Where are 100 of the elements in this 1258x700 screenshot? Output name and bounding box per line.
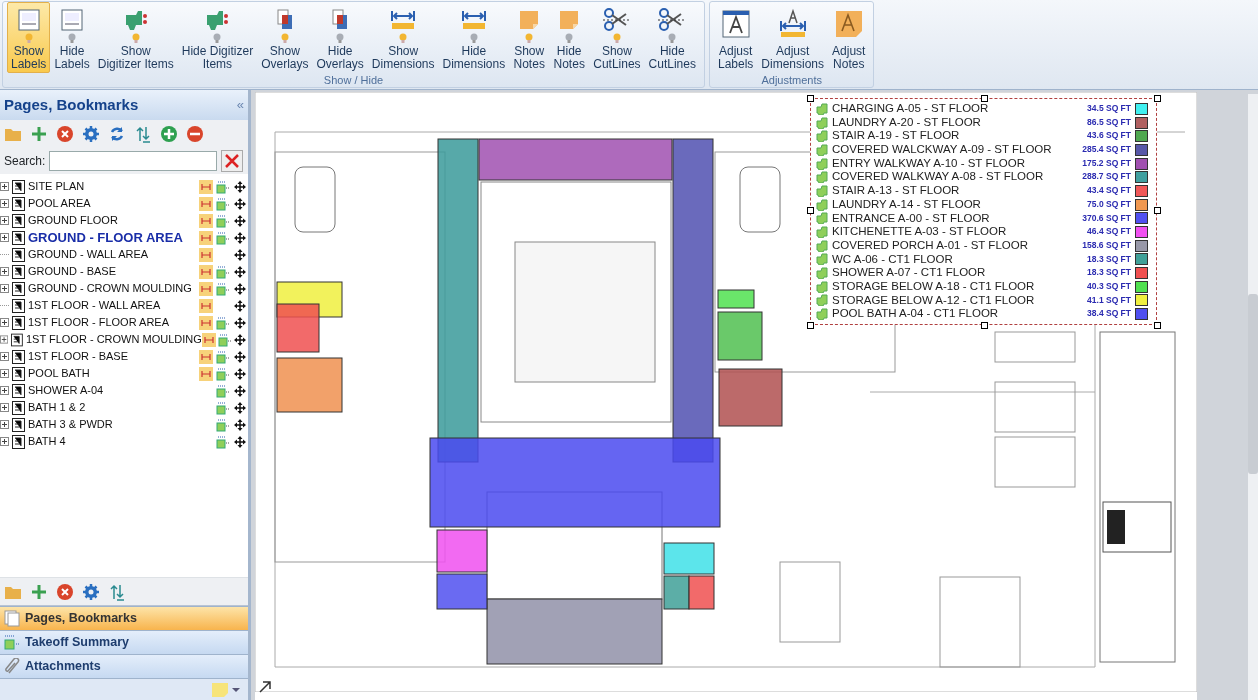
resize-handle[interactable] xyxy=(807,207,814,214)
area-value: 288.7 SQ FT xyxy=(1082,170,1131,184)
refresh-icon[interactable] xyxy=(108,125,126,143)
expand-icon[interactable] xyxy=(0,284,9,293)
delete-icon[interactable] xyxy=(56,125,74,143)
panel-button[interactable]: Attachments xyxy=(0,654,248,678)
page-item[interactable]: GROUND - WALL AREA xyxy=(0,246,248,263)
area-value: 18.3 SQ FT xyxy=(1087,252,1131,266)
area-value: 285.4 SQ FT xyxy=(1082,143,1131,157)
panel-button[interactable]: Takeoff Summary xyxy=(0,630,248,654)
move-icon xyxy=(233,367,246,380)
add-icon[interactable] xyxy=(30,582,48,601)
toolbar-button[interactable]: Show Labels xyxy=(7,2,51,73)
expand-icon[interactable] xyxy=(0,420,9,429)
page-icon xyxy=(12,383,25,398)
page-icon xyxy=(12,434,25,449)
remove-circle-icon[interactable] xyxy=(186,125,204,143)
resize-handle[interactable] xyxy=(1154,207,1161,214)
toolbar-button[interactable]: Show Digitizer Items xyxy=(93,2,178,73)
area-value: 18.3 SQ FT xyxy=(1087,266,1131,280)
page-icon xyxy=(12,196,25,211)
resize-handle[interactable] xyxy=(981,322,988,329)
delete-icon[interactable] xyxy=(56,582,74,601)
group-title: Show / Hide xyxy=(322,74,385,87)
page-icon xyxy=(12,230,25,245)
move-icon xyxy=(233,214,246,227)
toolbar-button[interactable]: Adjust Notes xyxy=(828,2,870,73)
page-item[interactable]: GROUND - CROWN MOULDING xyxy=(0,280,248,297)
page-icon xyxy=(12,366,25,381)
toolbar-button[interactable]: Hide Labels xyxy=(50,2,94,73)
area-value: 38.4 SQ FT xyxy=(1087,307,1131,321)
resize-icon[interactable] xyxy=(258,680,272,694)
page-item[interactable]: 1ST FLOOR - CROWN MOULDING xyxy=(0,331,248,348)
add-circle-icon[interactable] xyxy=(160,125,178,143)
area-shape-icon xyxy=(816,157,828,170)
expand-icon[interactable] xyxy=(0,216,9,225)
resize-handle[interactable] xyxy=(1154,95,1161,102)
page-item[interactable]: POOL AREA xyxy=(0,195,248,212)
expand-icon[interactable] xyxy=(0,267,9,276)
move-icon xyxy=(233,350,246,363)
expand-icon[interactable] xyxy=(0,335,9,344)
toolbar-button[interactable]: Show Overlays xyxy=(257,2,313,73)
page-item[interactable]: GROUND - BASE xyxy=(0,263,248,280)
page-item[interactable]: GROUND - FLOOR AREA xyxy=(0,229,248,246)
legend-label: ENTRANCE A-00 - ST FLOOR xyxy=(832,211,991,226)
toolbar-button[interactable]: Hide Overlays xyxy=(312,2,368,73)
expand-icon[interactable] xyxy=(0,403,9,412)
toolbar-button[interactable]: Adjust Labels xyxy=(713,2,758,73)
area-value: 41.1 SQ FT xyxy=(1087,293,1131,307)
toolbar-button[interactable]: Show Dimensions xyxy=(367,2,439,73)
area-value: 370.6 SQ FT xyxy=(1082,211,1131,225)
toolbar-button[interactable]: Hide CutLines xyxy=(644,2,700,73)
resize-handle[interactable] xyxy=(1154,322,1161,329)
scrollbar[interactable] xyxy=(1248,94,1258,700)
page-item[interactable]: 1ST FLOOR - WALL AREA xyxy=(0,297,248,314)
resize-handle[interactable] xyxy=(807,95,814,102)
page-item[interactable]: 1ST FLOOR - FLOOR AREA xyxy=(0,314,248,331)
legend-label: COVERED PORCH A-01 - ST FLOOR xyxy=(832,238,1029,253)
move-icon xyxy=(233,418,246,431)
area-value: 34.5 SQ FT xyxy=(1087,102,1131,115)
page-item[interactable]: BATH 4 xyxy=(0,433,248,450)
toolbar-button[interactable]: Show Notes xyxy=(509,2,550,73)
area-shape-icon xyxy=(816,184,828,197)
sort-icon[interactable] xyxy=(108,582,126,601)
area-shape-icon xyxy=(816,308,828,321)
settings-icon[interactable] xyxy=(82,582,100,601)
expand-icon[interactable] xyxy=(0,369,9,378)
panel-button[interactable]: Pages, Bookmarks xyxy=(0,606,248,630)
legend-label: WC A-06 - CT1 FLOOR xyxy=(832,252,954,267)
page-item[interactable]: GROUND FLOOR xyxy=(0,212,248,229)
toolbar-button[interactable]: Show CutLines xyxy=(589,2,645,73)
expand-icon[interactable] xyxy=(0,182,9,191)
resize-handle[interactable] xyxy=(807,322,814,329)
expand-icon[interactable] xyxy=(0,352,9,361)
sort-icon[interactable] xyxy=(134,125,152,143)
toolbar-button[interactable]: Hide Digitizer Items xyxy=(177,2,258,73)
page-item[interactable]: BATH 3 & PWDR xyxy=(0,416,248,433)
page-item[interactable]: SHOWER A-04 xyxy=(0,382,248,399)
toolbar-button[interactable]: Adjust Dimensions xyxy=(757,2,829,73)
add-icon[interactable] xyxy=(30,125,48,143)
expand-icon[interactable] xyxy=(0,318,9,327)
area-value: 43.6 SQ FT xyxy=(1087,129,1131,143)
search-field[interactable] xyxy=(49,151,218,171)
page-item[interactable]: 1ST FLOOR - BASE xyxy=(0,348,248,365)
expand-icon[interactable] xyxy=(0,386,9,395)
toolbar-button[interactable]: Hide Notes xyxy=(549,2,590,73)
settings-icon[interactable] xyxy=(82,125,100,143)
page-item[interactable]: BATH 1 & 2 xyxy=(0,399,248,416)
legend-label: STORAGE BELOW A-18 - CT1 FLOOR xyxy=(832,279,1036,294)
legend-label: POOL BATH A-04 - CT1 FLOOR xyxy=(832,307,1000,321)
caret-icon xyxy=(232,686,240,693)
page-item[interactable]: SITE PLAN xyxy=(0,178,248,195)
expand-icon[interactable] xyxy=(0,437,9,446)
resize-handle[interactable] xyxy=(981,95,988,102)
expand-icon[interactable] xyxy=(0,199,9,208)
clear-search-button[interactable] xyxy=(221,150,244,172)
toolbar-button[interactable]: Hide Dimensions xyxy=(438,2,510,73)
area-value: 40.3 SQ FT xyxy=(1087,279,1131,293)
page-item[interactable]: POOL BATH xyxy=(0,365,248,382)
expand-icon[interactable] xyxy=(0,233,9,242)
